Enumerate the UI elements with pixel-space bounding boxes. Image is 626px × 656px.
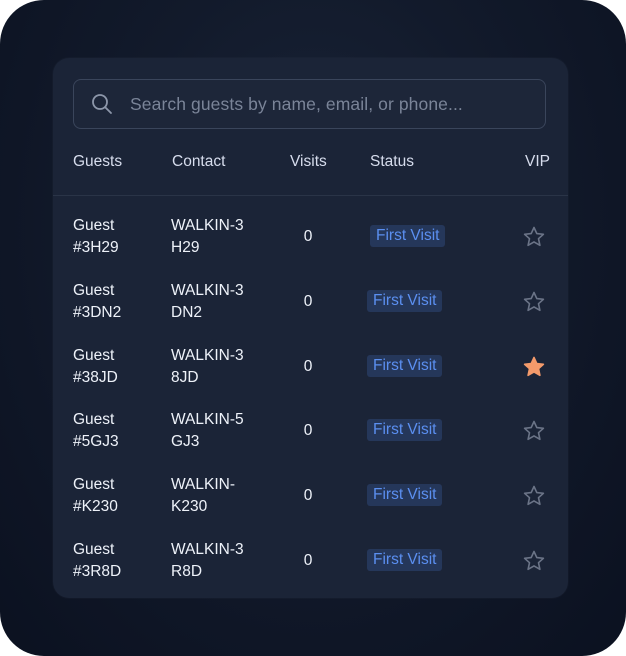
status-badge: First Visit bbox=[367, 354, 443, 377]
visit-count: 0 bbox=[303, 357, 313, 375]
vip-star-outline-icon[interactable] bbox=[522, 419, 546, 443]
guest-id: #K230 bbox=[73, 498, 118, 516]
contact-line1: WALKIN-3 bbox=[171, 541, 244, 558]
guest-contact: WALKIN-3 8JD bbox=[171, 345, 271, 389]
visit-count: 0 bbox=[303, 487, 313, 505]
search-input[interactable] bbox=[128, 92, 533, 116]
guest-name: Guest #5GJ3 bbox=[73, 409, 153, 453]
guest-name-line1: Guest bbox=[73, 217, 115, 234]
contact-line1: WALKIN-3 bbox=[171, 217, 244, 234]
table-row[interactable]: Guest #3R8D WALKIN-3 R8D 0 First Visit bbox=[53, 520, 568, 585]
column-header-contact[interactable]: Contact bbox=[172, 153, 225, 171]
guest-name: Guest #3R8D bbox=[73, 539, 153, 583]
contact-line2: R8D bbox=[171, 563, 203, 580]
search-icon bbox=[90, 92, 114, 116]
column-header-vip[interactable]: VIP bbox=[525, 153, 550, 171]
contact-line2: K230 bbox=[171, 498, 208, 516]
contact-line2: 8JD bbox=[171, 368, 199, 386]
guest-id: #38JD bbox=[73, 368, 118, 386]
table-row[interactable]: Guest #5GJ3 WALKIN-5 GJ3 0 First Visit bbox=[53, 390, 568, 455]
guest-id: #3H29 bbox=[73, 239, 119, 256]
contact-line2: GJ3 bbox=[171, 433, 200, 451]
status-badge: First Visit bbox=[367, 549, 443, 571]
search-box[interactable] bbox=[73, 79, 546, 129]
guest-name-line1: Guest bbox=[73, 281, 115, 299]
contact-line2: H29 bbox=[171, 239, 200, 256]
vip-star-filled-icon[interactable] bbox=[522, 355, 546, 379]
guest-contact: WALKIN-5 GJ3 bbox=[171, 409, 271, 453]
guest-name: Guest #3DN2 bbox=[73, 280, 153, 324]
visit-count: 0 bbox=[303, 228, 313, 245]
guest-contact: WALKIN-3 H29 bbox=[171, 215, 271, 259]
status-badge: First Visit bbox=[367, 484, 443, 507]
contact-line1: WALKIN- bbox=[171, 476, 236, 494]
contact-line1: WALKIN-3 bbox=[171, 281, 244, 299]
vip-star-outline-icon[interactable] bbox=[522, 225, 546, 249]
guests-panel: Guests Contact Visits Status VIP Guest #… bbox=[53, 58, 568, 598]
vip-star-outline-icon[interactable] bbox=[522, 290, 546, 314]
guest-id: #3R8D bbox=[73, 563, 122, 580]
guest-name-line1: Guest bbox=[73, 476, 115, 494]
device-frame: Guests Contact Visits Status VIP Guest #… bbox=[0, 0, 626, 656]
guest-name-line1: Guest bbox=[73, 346, 115, 364]
guest-name-line1: Guest bbox=[73, 411, 115, 429]
contact-line1: WALKIN-3 bbox=[171, 346, 244, 364]
vip-star-outline-icon[interactable] bbox=[522, 484, 546, 508]
guest-name: Guest #K230 bbox=[73, 474, 153, 518]
status-badge: First Visit bbox=[367, 289, 443, 312]
guest-name: Guest #3H29 bbox=[73, 215, 153, 259]
guest-name: Guest #38JD bbox=[73, 345, 153, 389]
table-row[interactable]: Guest #3DN2 WALKIN-3 DN2 0 First Visit bbox=[53, 261, 568, 326]
visit-count: 0 bbox=[303, 292, 313, 310]
column-header-status[interactable]: Status bbox=[370, 153, 414, 171]
guest-id: #5GJ3 bbox=[73, 433, 119, 451]
visit-count: 0 bbox=[303, 422, 313, 440]
contact-line1: WALKIN-5 bbox=[171, 411, 244, 429]
guest-id: #3DN2 bbox=[73, 303, 122, 321]
column-header-visits[interactable]: Visits bbox=[290, 153, 327, 171]
table-header: Guests Contact Visits Status VIP bbox=[53, 147, 568, 196]
table-row[interactable]: Guest #3H29 WALKIN-3 H29 0 First Visit bbox=[53, 196, 568, 261]
guest-contact: WALKIN-3 R8D bbox=[171, 539, 271, 583]
guest-contact: WALKIN- K230 bbox=[171, 474, 271, 518]
vip-star-outline-icon[interactable] bbox=[522, 549, 546, 573]
guest-name-line1: Guest bbox=[73, 541, 115, 558]
table-row[interactable]: Guest #K230 WALKIN- K230 0 First Visit bbox=[53, 455, 568, 520]
table-row[interactable]: Guest #38JD WALKIN-3 8JD 0 First Visit bbox=[53, 326, 568, 391]
guest-contact: WALKIN-3 DN2 bbox=[171, 280, 271, 324]
visit-count: 0 bbox=[303, 552, 313, 569]
status-badge: First Visit bbox=[367, 419, 443, 442]
column-header-guests[interactable]: Guests bbox=[73, 153, 122, 171]
status-badge: First Visit bbox=[370, 225, 446, 247]
contact-line2: DN2 bbox=[171, 303, 203, 321]
